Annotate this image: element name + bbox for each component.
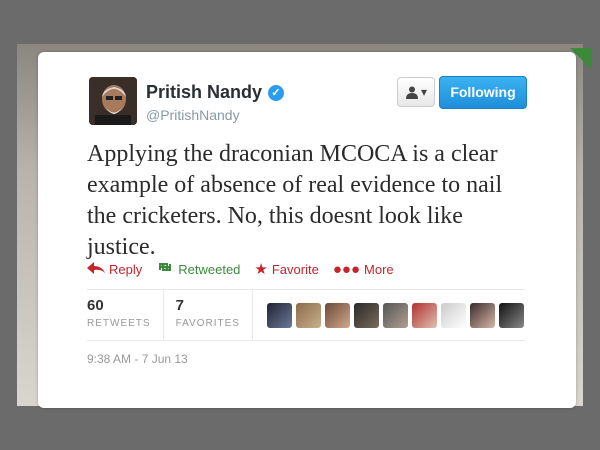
retweeter-avatar[interactable] <box>324 302 350 328</box>
retweeter-avatar[interactable] <box>440 302 466 328</box>
favorites-stat[interactable]: 7 FAVORITES <box>176 290 253 339</box>
retweeter-avatar[interactable] <box>266 302 292 328</box>
tweet-actions: Reply Retweeted ★ Favorite ●●● More <box>87 260 394 278</box>
reply-action[interactable]: Reply <box>87 260 142 278</box>
reply-label: Reply <box>109 261 143 277</box>
favorites-label: FAVORITES <box>175 318 240 329</box>
more-dots-icon: ●●● <box>332 260 361 278</box>
retweet-icon <box>156 260 174 278</box>
favorite-label: Favorite <box>271 261 319 277</box>
retweets-count: 60 <box>87 297 104 314</box>
verified-badge-icon: ✓ <box>268 84 285 101</box>
chevron-down-icon: ▾ <box>420 85 428 99</box>
following-button[interactable]: Following <box>439 76 527 109</box>
more-action[interactable]: ●●● More <box>333 260 394 278</box>
retweeter-avatar[interactable] <box>382 302 408 328</box>
reply-arrow-icon <box>87 261 105 278</box>
display-name[interactable]: Pritish Nandy <box>146 82 262 103</box>
tweet-text: Applying the draconian MCOCA is a clear … <box>87 141 503 260</box>
retweeter-avatars <box>266 290 524 340</box>
retweets-stat[interactable]: 60 RETWEETS <box>87 290 164 339</box>
user-handle[interactable]: @PritishNandy <box>146 107 240 123</box>
tweet-timestamp[interactable]: 9:38 AM - 7 Jun 13 <box>87 352 188 366</box>
more-label: More <box>364 261 394 277</box>
favorite-action[interactable]: ★ Favorite <box>254 260 318 278</box>
retweeter-avatar[interactable] <box>411 302 437 328</box>
avatar-image <box>89 77 137 125</box>
avatar[interactable] <box>89 77 137 125</box>
favorites-count: 7 <box>175 297 184 314</box>
star-icon: ★ <box>254 261 268 278</box>
retweeter-avatar[interactable] <box>469 302 495 328</box>
retweeter-avatar[interactable] <box>353 302 379 328</box>
retweet-label: Retweeted <box>178 261 241 277</box>
divider <box>87 340 525 341</box>
tweet-card: Pritish Nandy ✓ @PritishNandy ▾ Followin… <box>38 52 576 408</box>
person-icon <box>405 86 418 99</box>
retweets-label: RETWEETS <box>87 318 151 329</box>
retweeter-avatar[interactable] <box>498 302 524 328</box>
display-name-row[interactable]: Pritish Nandy ✓ <box>146 82 285 103</box>
user-actions-button[interactable]: ▾ <box>397 77 435 107</box>
retweeter-avatar[interactable] <box>295 302 321 328</box>
retweet-action[interactable]: Retweeted <box>156 260 240 278</box>
tweet-stats: 60 RETWEETS 7 FAVORITES <box>87 290 524 340</box>
